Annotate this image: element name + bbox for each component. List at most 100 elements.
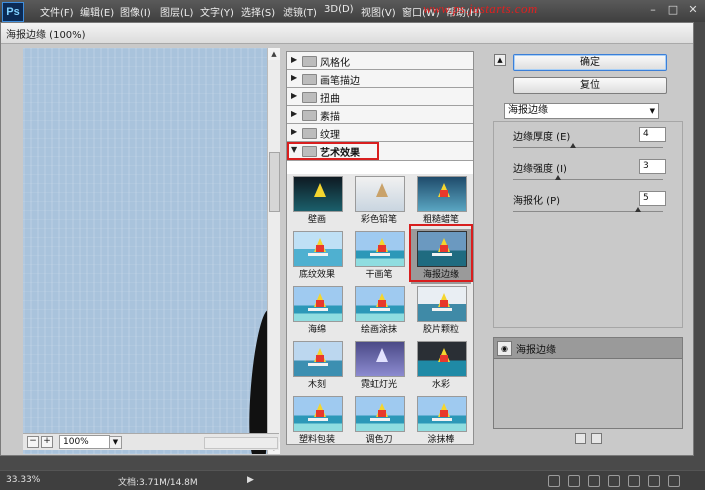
menu-view[interactable]: 视图(V) xyxy=(361,4,396,19)
effect-thumb[interactable]: 木刻 xyxy=(287,339,347,394)
effect-preview-image xyxy=(293,396,343,432)
preview-texture xyxy=(23,48,267,454)
effect-thumb[interactable]: 霓虹灯光 xyxy=(349,339,409,394)
folder-icon xyxy=(302,110,317,121)
scroll-up-icon[interactable]: ▲ xyxy=(268,48,280,60)
effect-preview-image xyxy=(417,286,467,322)
watermark-text: www.ps.justarts.com xyxy=(423,1,538,16)
edge-intensity-slider[interactable] xyxy=(513,179,663,180)
effect-thumb[interactable]: 绘画涂抹 xyxy=(349,284,409,339)
effect-label: 塑料包装 xyxy=(298,435,335,445)
photoshop-logo: Ps xyxy=(2,2,24,22)
category-brush-strokes[interactable]: ▶ 画笔描边 xyxy=(287,70,473,88)
posterization-slider-knob[interactable] xyxy=(635,207,641,212)
status-bar: 33.33% 文档:3.71M/14.8M ▶ xyxy=(0,470,705,490)
effect-preview-image xyxy=(355,231,405,267)
selected-effect-highlight-box xyxy=(409,224,473,282)
menu-filter[interactable]: 滤镜(T) xyxy=(283,4,317,19)
new-group-icon[interactable] xyxy=(628,475,640,487)
effect-label: 涂抹棒 xyxy=(427,435,455,445)
image-preview[interactable] xyxy=(23,48,267,454)
effect-preview-image xyxy=(417,396,467,432)
preview-horizontal-scrollbar[interactable] xyxy=(204,437,278,449)
effect-label: 调色刀 xyxy=(365,435,393,445)
reset-button[interactable]: 复位 xyxy=(513,77,667,94)
chevron-down-icon: ▼ xyxy=(649,107,655,115)
category-stylize[interactable]: ▶ 风格化 xyxy=(287,52,473,70)
scroll-thumb[interactable] xyxy=(269,152,280,212)
effect-thumb[interactable]: 粗糙蜡笔 xyxy=(411,174,471,229)
expand-arrow-icon: ▶ xyxy=(291,91,298,100)
zoom-value[interactable]: 100% xyxy=(59,435,110,449)
minimize-icon[interactable]: – xyxy=(645,3,661,17)
effect-thumbnail-grid: 壁画 彩色铅笔 粗糙蜡笔 底纹效果 干画笔 海报边缘 海绵 绘画涂抹 胶片颗粒 … xyxy=(287,174,473,444)
effect-thumb[interactable]: 调色刀 xyxy=(349,394,409,445)
new-layer-icon[interactable] xyxy=(648,475,660,487)
folder-icon xyxy=(302,128,317,139)
category-label: 纹理 xyxy=(320,130,340,141)
category-sketch[interactable]: ▶ 素描 xyxy=(287,106,473,124)
category-distort[interactable]: ▶ 扭曲 xyxy=(287,88,473,106)
edge-thickness-slider[interactable] xyxy=(513,147,663,148)
effect-thumb[interactable]: 壁画 xyxy=(287,174,347,229)
effect-label: 霓虹灯光 xyxy=(360,380,397,390)
effect-label: 海绵 xyxy=(307,325,326,335)
new-effect-layer-icon[interactable] xyxy=(575,433,586,444)
status-zoom[interactable]: 33.33% xyxy=(6,475,40,485)
category-texture[interactable]: ▶ 纹理 xyxy=(287,124,473,142)
collapse-gallery-icon[interactable]: ▲ xyxy=(494,54,506,66)
zoom-out-button[interactable]: − xyxy=(27,436,39,448)
trash-icon[interactable] xyxy=(668,475,680,487)
effect-thumb[interactable]: 彩色铅笔 xyxy=(349,174,409,229)
add-mask-icon[interactable] xyxy=(588,475,600,487)
fx-icon[interactable] xyxy=(568,475,580,487)
zoom-in-button[interactable]: + xyxy=(41,436,53,448)
menu-bar: Ps 文件(F) 编辑(E) 图像(I) 图层(L) 文字(Y) 选择(S) 滤… xyxy=(0,0,705,22)
menu-edit[interactable]: 编辑(E) xyxy=(80,4,114,19)
adjustment-layer-icon[interactable] xyxy=(608,475,620,487)
posterization-label: 海报化 (P) xyxy=(513,196,561,207)
effect-thumb[interactable]: 底纹效果 xyxy=(287,229,347,284)
edge-intensity-slider-knob[interactable] xyxy=(555,175,561,180)
effect-thumb[interactable]: 干画笔 xyxy=(349,229,409,284)
edge-thickness-input[interactable]: 4 xyxy=(639,127,666,142)
effect-label: 干画笔 xyxy=(365,270,393,280)
category-label: 素描 xyxy=(320,112,340,123)
filter-select-value: 海报边缘 xyxy=(508,105,548,116)
folder-icon xyxy=(302,56,317,67)
link-layers-icon[interactable] xyxy=(548,475,560,487)
expand-arrow-icon: ▶ xyxy=(291,109,298,118)
effect-preview-image xyxy=(355,341,405,377)
effect-label: 彩色铅笔 xyxy=(360,215,397,225)
edge-thickness-slider-knob[interactable] xyxy=(570,143,576,148)
effect-preview-image xyxy=(355,176,405,212)
menu-type[interactable]: 文字(Y) xyxy=(200,4,234,19)
effect-thumb[interactable]: 水彩 xyxy=(411,339,471,394)
posterization-input[interactable]: 5 xyxy=(639,191,666,206)
effect-thumb[interactable]: 海绵 xyxy=(287,284,347,339)
effect-thumb[interactable]: 塑料包装 xyxy=(287,394,347,445)
dialog-titlebar[interactable]: 海报边缘 (100%) xyxy=(1,23,693,44)
zoom-dropdown-icon[interactable]: ▼ xyxy=(109,436,122,449)
menu-3d[interactable]: 3D(D) xyxy=(324,4,354,15)
effect-layer-row[interactable]: ◉ 海报边缘 xyxy=(494,338,682,359)
preview-vertical-scrollbar[interactable]: ▲ ▼ xyxy=(267,48,280,454)
edge-intensity-input[interactable]: 3 xyxy=(639,159,666,174)
effect-thumb[interactable]: 胶片颗粒 xyxy=(411,284,471,339)
effect-thumb[interactable]: 涂抹棒 xyxy=(411,394,471,445)
ok-button[interactable]: 确定 xyxy=(513,54,667,71)
menu-layer[interactable]: 图层(L) xyxy=(160,4,193,19)
menu-file[interactable]: 文件(F) xyxy=(40,4,74,19)
close-icon[interactable]: ✕ xyxy=(685,3,701,17)
menu-select[interactable]: 选择(S) xyxy=(241,4,275,19)
expand-arrow-icon: ▶ xyxy=(291,55,298,64)
menu-image[interactable]: 图像(I) xyxy=(120,4,151,19)
filter-select[interactable]: 海报边缘 ▼ xyxy=(504,103,659,119)
edge-thickness-label: 边缘厚度 (E) xyxy=(513,132,571,143)
effect-label: 壁画 xyxy=(307,215,326,225)
status-menu-arrow-icon[interactable]: ▶ xyxy=(247,475,254,485)
effect-preview-image xyxy=(293,286,343,322)
eye-icon[interactable]: ◉ xyxy=(497,341,512,356)
restore-icon[interactable]: □ xyxy=(665,3,681,17)
delete-effect-layer-icon[interactable] xyxy=(591,433,602,444)
